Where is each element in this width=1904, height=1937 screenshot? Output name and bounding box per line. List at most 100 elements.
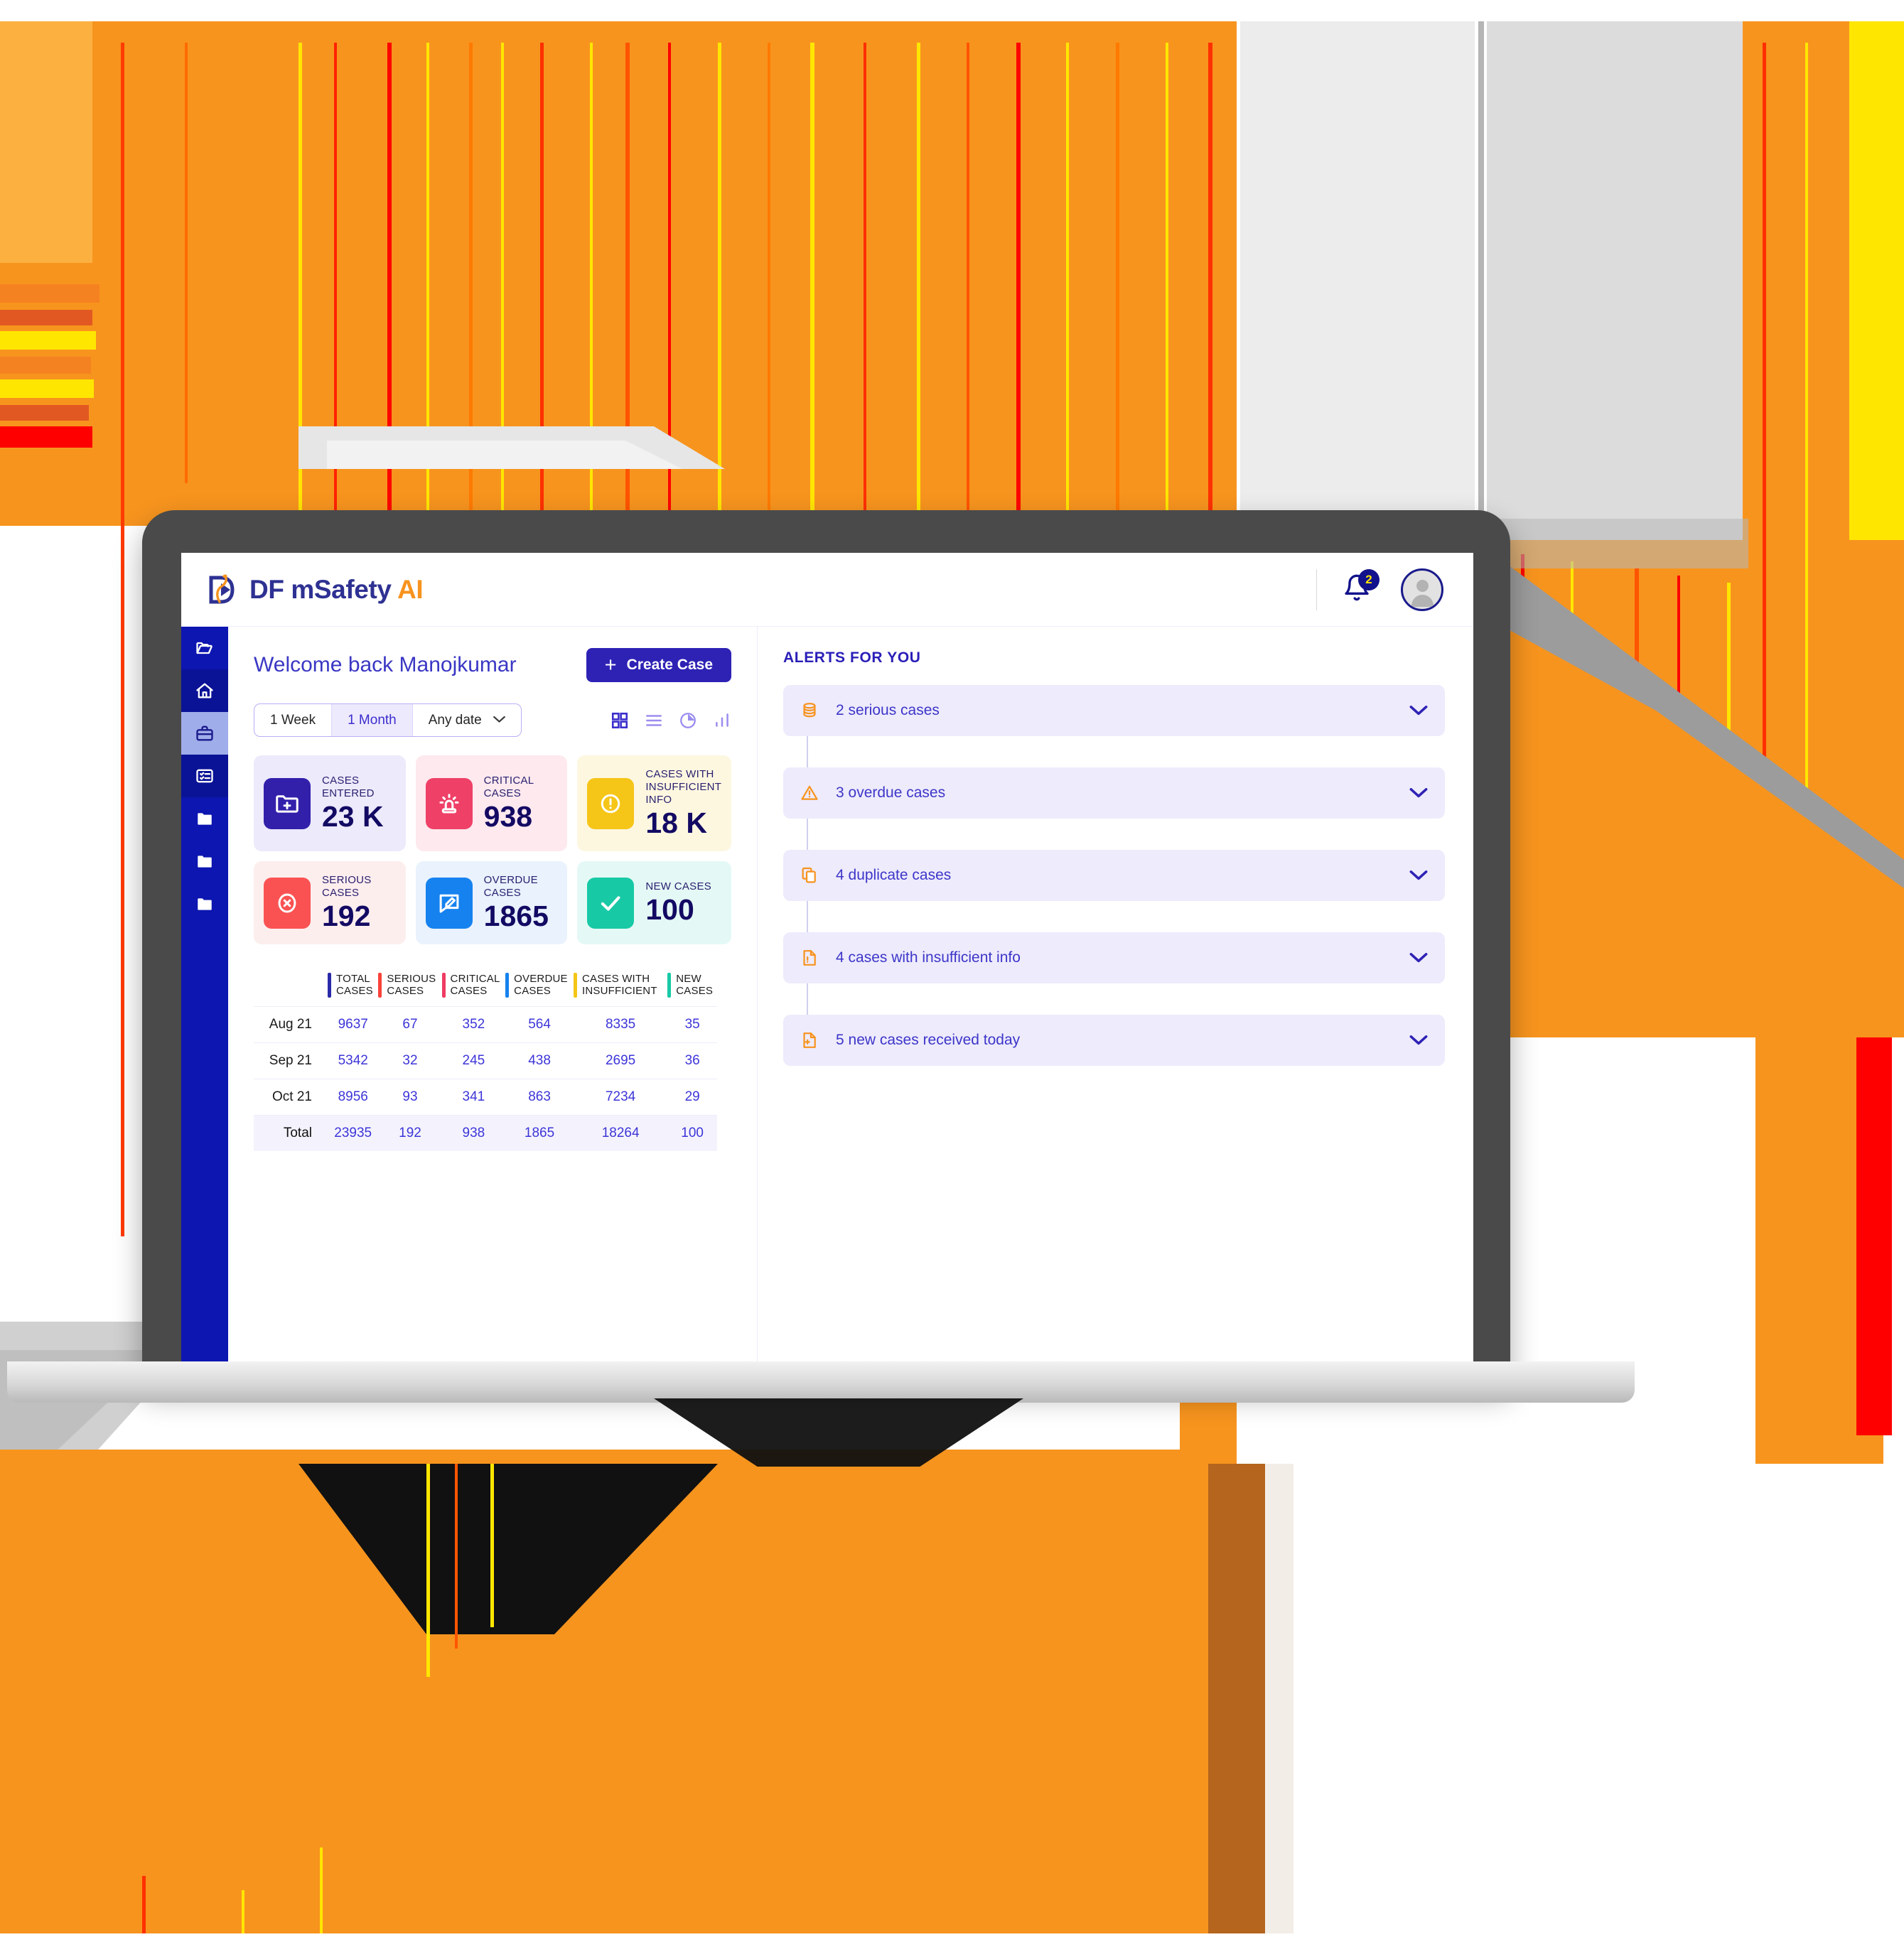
- open-folder-icon: [196, 642, 213, 654]
- app-screen: DF mSafety AI 2 Welcome back Manojkumar …: [181, 553, 1473, 1363]
- sidebar-item-folder-1[interactable]: [181, 797, 228, 840]
- app-sidebar: [181, 627, 228, 1363]
- alert-label: 2 serious cases: [836, 702, 940, 718]
- stat-card-critical-cases[interactable]: CRITICAL CASES 938: [415, 755, 568, 852]
- col-label: NEW CASES: [676, 973, 714, 998]
- stat-card-label: CASES ENTERED: [322, 775, 375, 799]
- cell: 2695: [573, 1042, 668, 1079]
- brand-logo[interactable]: DF mSafety AI: [207, 573, 424, 606]
- alert-label: 4 duplicate cases: [836, 867, 952, 883]
- stat-card-insufficient-info[interactable]: CASES WITH INSUFFICIENT INFO 18 K: [577, 755, 731, 852]
- cell: 863: [505, 1078, 574, 1116]
- filter-1-week[interactable]: 1 Week: [254, 704, 333, 736]
- cell: 9637: [328, 1005, 379, 1043]
- stat-card-cases-entered[interactable]: CASES ENTERED 23 K: [254, 755, 406, 852]
- alert-label: 4 cases with insufficient info: [836, 949, 1021, 966]
- create-case-button[interactable]: + Create Case: [586, 648, 731, 682]
- pie-chart-view-icon[interactable]: [679, 711, 697, 730]
- cell: 93: [378, 1078, 442, 1116]
- stat-card-label: CASES WITH INSUFFICIENT INFO: [645, 768, 722, 806]
- table-body: Aug 21 9637 67 352 564 8335 35 Sep 21 53…: [254, 1005, 717, 1151]
- siren-icon: [425, 777, 473, 829]
- cell: 1865: [505, 1114, 574, 1151]
- main-region: Welcome back Manojkumar + Create Case 1 …: [228, 627, 1473, 1363]
- table-row: Sep 21 5342 32 245 438 2695 36: [254, 1042, 717, 1079]
- chevron-down-icon[interactable]: [1409, 870, 1428, 881]
- cell: 67: [378, 1005, 442, 1043]
- chevron-down-icon[interactable]: [1409, 705, 1428, 716]
- folder-icon: [198, 898, 212, 910]
- cell: 938: [441, 1114, 506, 1151]
- col-color-bar: [505, 973, 510, 998]
- user-avatar-icon[interactable]: [1401, 568, 1443, 611]
- any-date-select[interactable]: Any date: [413, 704, 521, 736]
- document-exclamation-icon: [797, 948, 822, 968]
- cell: 7234: [573, 1078, 668, 1116]
- grid-view-icon[interactable]: [611, 711, 629, 730]
- alert-insufficient-info[interactable]: 4 cases with insufficient info: [783, 932, 1445, 983]
- plus-icon: +: [604, 653, 617, 676]
- chevron-down-icon[interactable]: [1409, 1035, 1428, 1046]
- chevron-down-icon[interactable]: [1409, 952, 1428, 964]
- stat-card-overdue-cases[interactable]: OVERDUE CASES 1865: [415, 861, 568, 945]
- stat-card-value: 18 K: [645, 806, 707, 839]
- stat-card-new-cases[interactable]: NEW CASES 100: [577, 861, 731, 945]
- warning-triangle-icon: [797, 783, 822, 803]
- cell: 352: [441, 1005, 506, 1043]
- col-critical-cases: CRITICAL CASES: [441, 968, 506, 1006]
- case-summary-table: TOTAL CASES SERIOUS CASES CRITICAL CASES…: [254, 968, 717, 1151]
- col-serious-cases: SERIOUS CASES: [378, 968, 441, 1006]
- stat-card-value: 1865: [483, 900, 549, 933]
- bar-chart-view-icon[interactable]: [713, 711, 731, 730]
- view-toggle-group: [611, 711, 731, 730]
- alert-serious-cases[interactable]: 2 serious cases: [783, 685, 1445, 736]
- alert-new-cases-today[interactable]: 5 new cases received today: [783, 1015, 1445, 1066]
- document-plus-icon: [797, 1030, 822, 1050]
- laptop-base: [7, 1361, 1635, 1403]
- col-insufficient-cases: CASES WITH INSUFFICIENT: [573, 968, 667, 1006]
- chevron-down-icon: [493, 714, 505, 726]
- cell: 18264: [573, 1114, 668, 1151]
- cell: 29: [667, 1078, 717, 1116]
- notification-bell-icon[interactable]: 2: [1343, 568, 1379, 606]
- topbar-actions: 2: [1316, 568, 1443, 611]
- col-label: CRITICAL CASES: [450, 973, 500, 998]
- chevron-down-icon[interactable]: [1409, 787, 1428, 799]
- table-row-total: Total 23935 192 938 1865 18264 100: [254, 1114, 717, 1151]
- cell: 100: [667, 1114, 717, 1151]
- stat-card-grid: CASES ENTERED 23 K CRITICAL CASES 938 CA…: [254, 755, 757, 945]
- sidebar-item-home[interactable]: [181, 669, 228, 712]
- sidebar-item-folder-3[interactable]: [181, 883, 228, 925]
- topbar-divider: [1316, 568, 1317, 610]
- cell: 438: [505, 1042, 574, 1079]
- stat-card-serious-cases[interactable]: SERIOUS CASES 192: [254, 861, 406, 945]
- col-total-cases: TOTAL CASES: [328, 968, 378, 1006]
- col-color-bar: [573, 973, 577, 998]
- date-range-segmented-control: 1 Week 1 Month Any date: [254, 703, 522, 737]
- list-view-icon[interactable]: [645, 711, 663, 730]
- app-body: Welcome back Manojkumar + Create Case 1 …: [181, 627, 1473, 1363]
- sidebar-item-open-folder[interactable]: [181, 627, 228, 669]
- col-color-bar: [441, 973, 446, 998]
- sidebar-item-tasks[interactable]: [181, 755, 228, 797]
- brand-name: DF mSafety AI: [249, 574, 424, 604]
- alert-duplicate-cases[interactable]: 4 duplicate cases: [783, 850, 1445, 901]
- sidebar-item-cases[interactable]: [181, 712, 228, 755]
- stat-card-text: SERIOUS CASES 192: [322, 874, 396, 932]
- col-label: CASES WITH INSUFFICIENT: [581, 973, 657, 998]
- app-topbar: DF mSafety AI 2: [181, 553, 1473, 627]
- avatar-body: [1411, 594, 1434, 607]
- sidebar-item-folder-2[interactable]: [181, 840, 228, 883]
- filter-1-month[interactable]: 1 Month: [332, 704, 413, 736]
- col-label: SERIOUS CASES: [387, 973, 436, 998]
- cell: 192: [378, 1114, 442, 1151]
- database-stack-icon: [797, 701, 822, 721]
- alert-overdue-cases[interactable]: 3 overdue cases: [783, 767, 1445, 819]
- alerts-title: ALERTS FOR YOU: [783, 649, 921, 666]
- df-play-logo-icon: [207, 573, 240, 606]
- cell: 245: [441, 1042, 506, 1079]
- avatar-head: [1416, 579, 1429, 592]
- welcome-row: Welcome back Manojkumar + Create Case: [254, 648, 757, 682]
- col-overdue-cases: OVERDUE CASES: [505, 968, 574, 1006]
- dashboard-pane: Welcome back Manojkumar + Create Case 1 …: [228, 627, 758, 1363]
